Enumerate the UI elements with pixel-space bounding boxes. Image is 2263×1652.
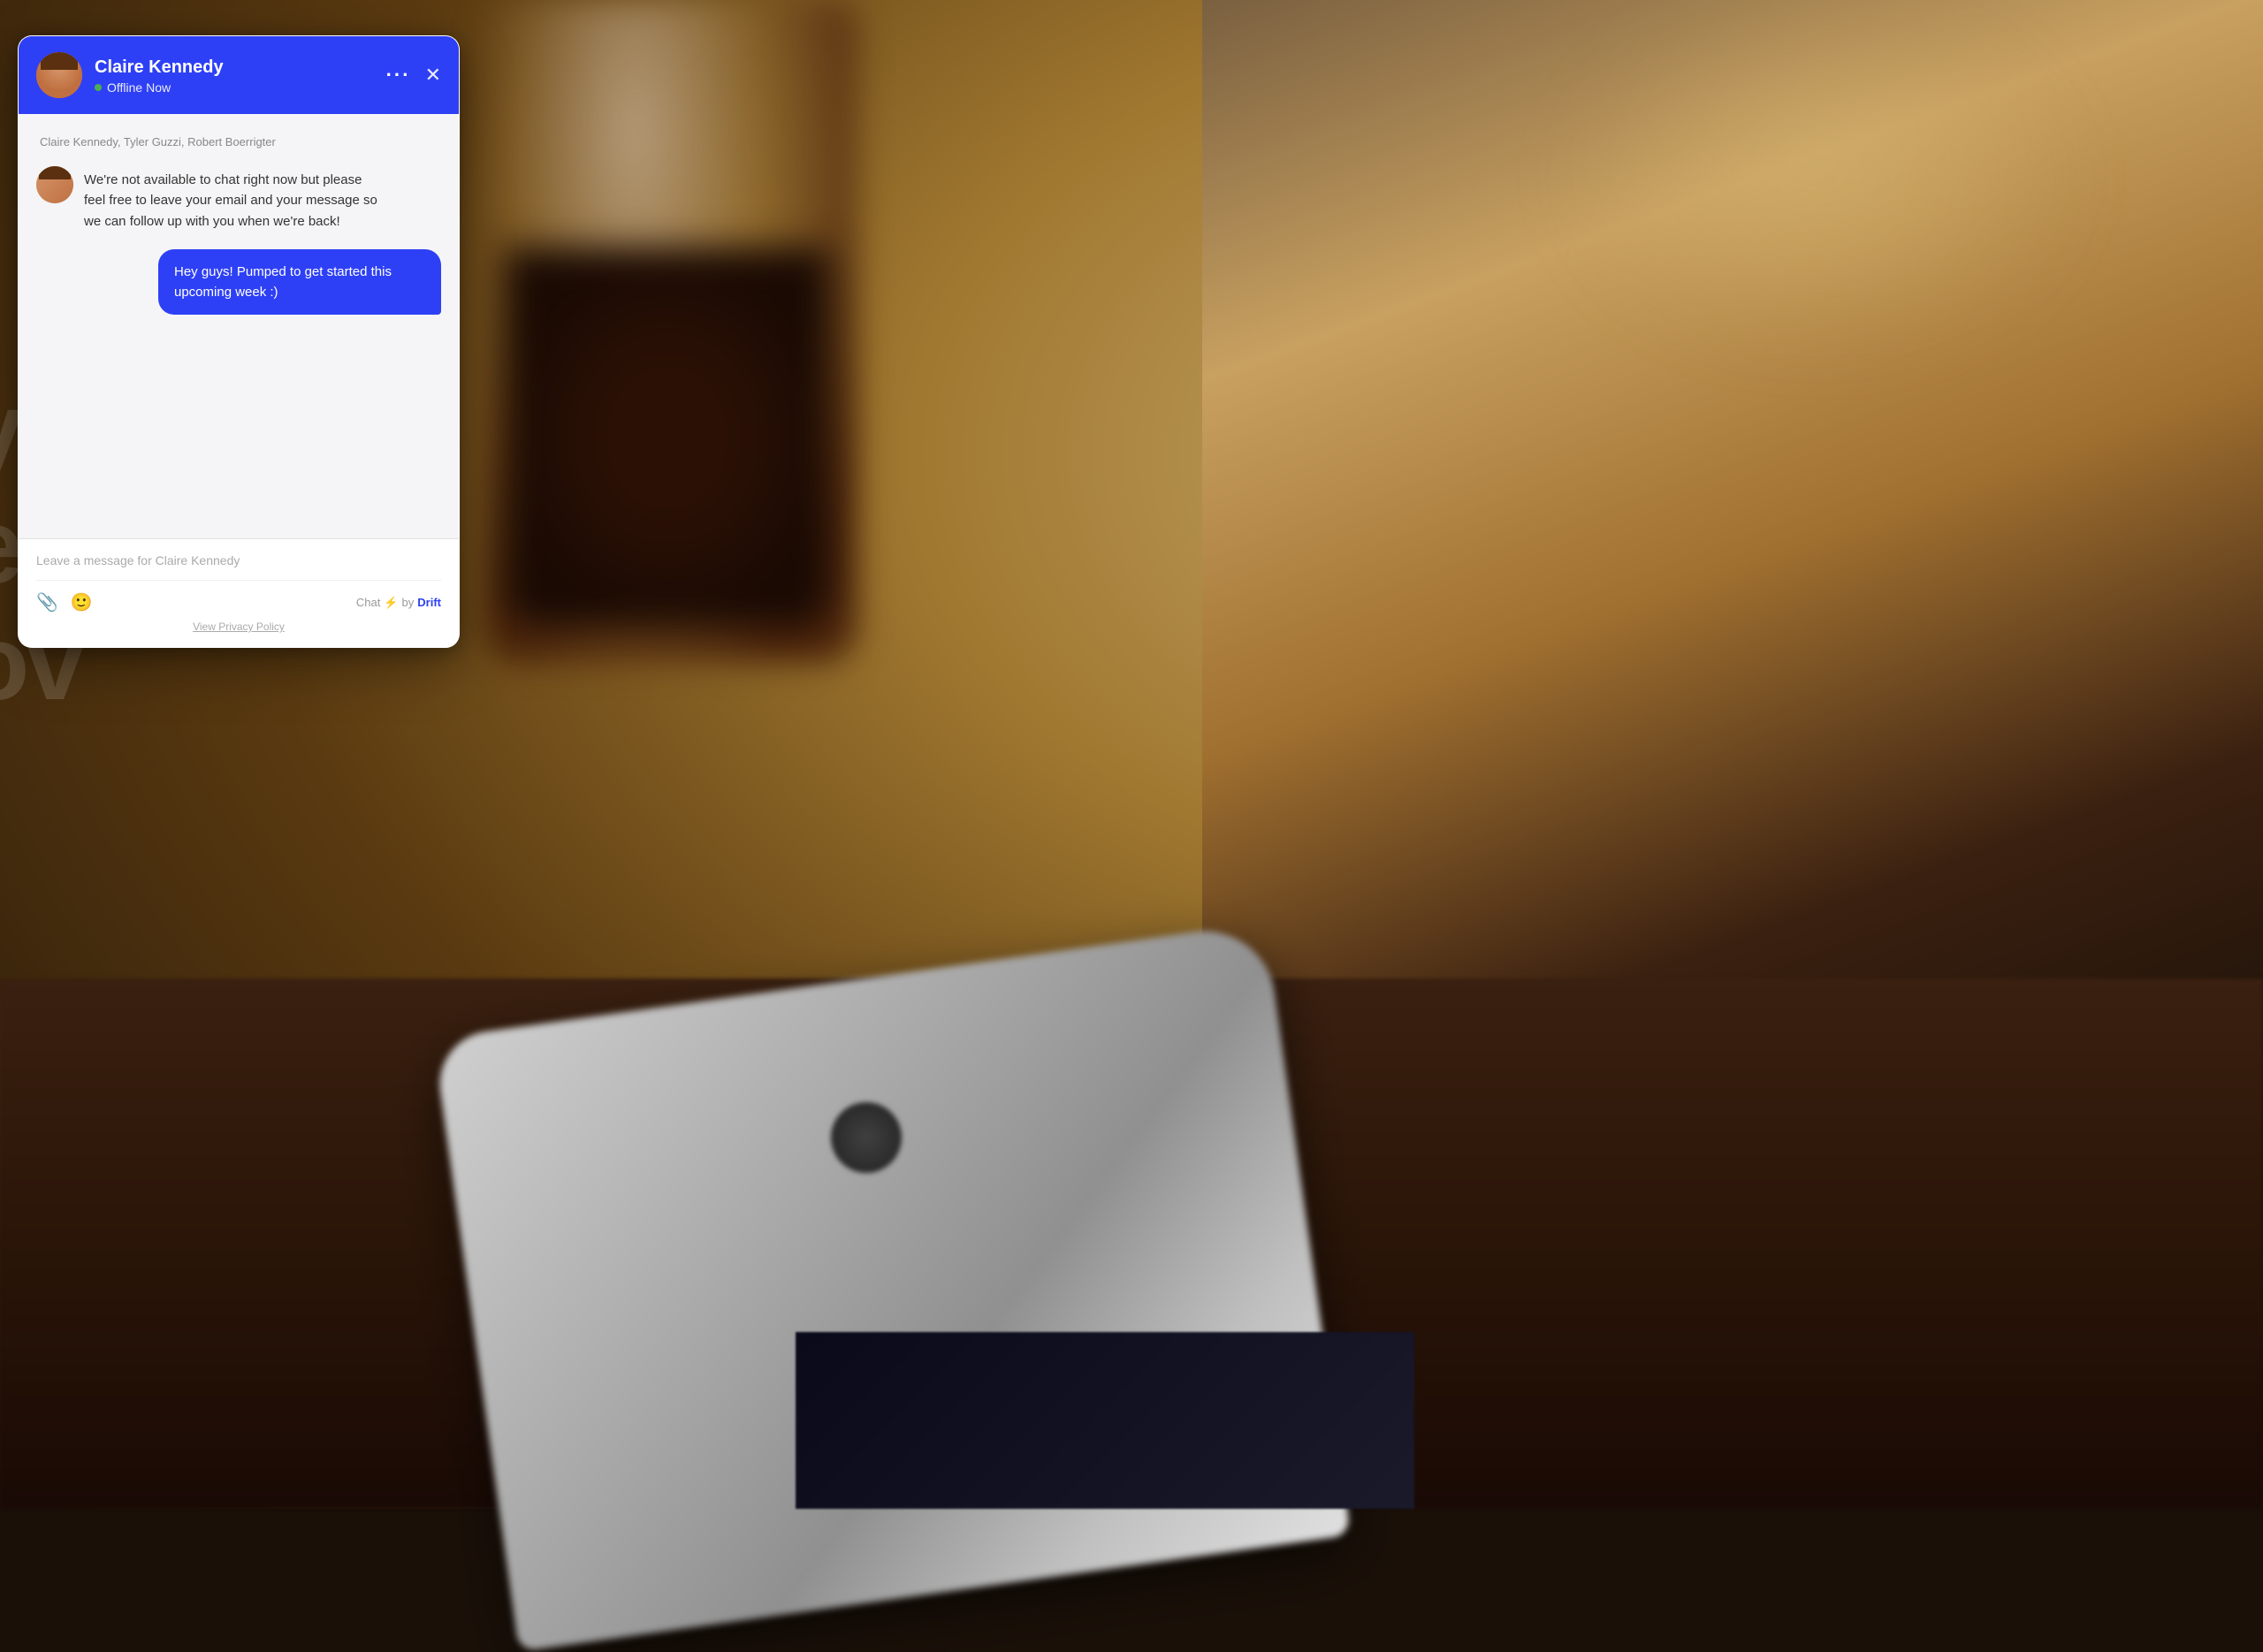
privacy-policy-link[interactable]: View Privacy Policy xyxy=(36,613,441,633)
chat-footer: Leave a message for Claire Kennedy 📎 🙂 C… xyxy=(19,538,459,647)
more-options-button[interactable]: ··· xyxy=(386,64,411,87)
avatar xyxy=(36,52,82,98)
incoming-message-text: We're not available to chat right now bu… xyxy=(84,166,385,232)
background-phone-camera xyxy=(831,1102,902,1173)
chat-label: Chat xyxy=(356,596,380,609)
agent-status: Offline Now xyxy=(95,80,374,95)
footer-bottom: 📎 🙂 Chat ⚡ by Drift xyxy=(36,581,441,613)
emoji-icon[interactable]: 🙂 xyxy=(71,591,93,613)
status-dot-icon xyxy=(95,84,102,91)
attachment-icon[interactable]: 📎 xyxy=(36,591,58,613)
close-button[interactable]: ✕ xyxy=(425,64,441,87)
agent-name: Claire Kennedy xyxy=(95,57,374,78)
powered-by: Chat ⚡ by Drift xyxy=(356,596,441,610)
background-phone xyxy=(433,922,1351,1651)
avatar-hair xyxy=(41,52,78,70)
chat-body: Claire Kennedy, Tyler Guzzi, Robert Boer… xyxy=(19,114,459,538)
message-input[interactable]: Leave a message for Claire Kennedy xyxy=(36,553,441,581)
chat-header: Claire Kennedy Offline Now ··· ✕ xyxy=(19,36,459,114)
chat-widget-wrapper: Claire Kennedy Offline Now ··· ✕ Claire … xyxy=(18,35,460,648)
background-book xyxy=(796,1332,1414,1509)
incoming-message-row: We're not available to chat right now bu… xyxy=(36,166,441,232)
outgoing-message-text: Hey guys! Pumped to get started this upc… xyxy=(158,249,441,316)
chat-header-info: Claire Kennedy Offline Now xyxy=(95,57,374,95)
footer-icons: 📎 🙂 xyxy=(36,591,93,613)
status-text: Offline Now xyxy=(107,80,171,95)
background-highlight xyxy=(1556,0,2086,354)
outgoing-message-row: Hey guys! Pumped to get started this upc… xyxy=(36,249,441,316)
chat-widget: Claire Kennedy Offline Now ··· ✕ Claire … xyxy=(18,35,460,648)
bolt-icon: ⚡ xyxy=(384,596,398,610)
drift-logo: Drift xyxy=(417,596,441,609)
avatar-hair-small xyxy=(39,166,71,179)
background-jar-liquid xyxy=(504,247,831,628)
powered-by-label: by xyxy=(402,596,415,609)
avatar-face xyxy=(36,52,82,98)
agents-list: Claire Kennedy, Tyler Guzzi, Robert Boer… xyxy=(36,135,441,148)
agent-avatar-small xyxy=(36,166,73,203)
header-actions: ··· ✕ xyxy=(386,64,441,87)
